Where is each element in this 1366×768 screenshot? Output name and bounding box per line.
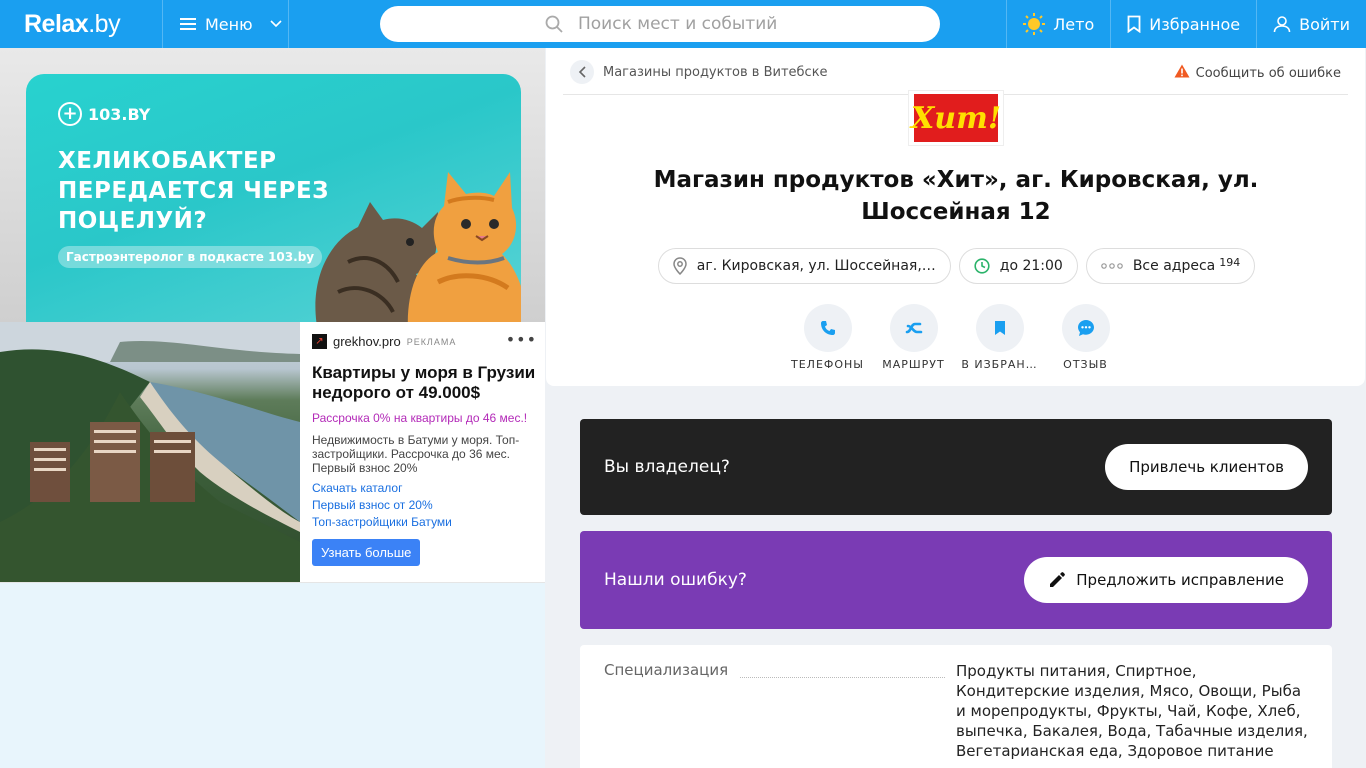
hamburger-icon <box>180 18 196 30</box>
route-icon <box>889 304 938 352</box>
sun-icon <box>1023 13 1046 35</box>
route-button[interactable]: МАРШРУТ <box>882 304 944 371</box>
route-label: МАРШРУТ <box>882 358 945 371</box>
favorites-label: Избранное <box>1149 14 1241 34</box>
search-icon <box>545 15 563 33</box>
logo-suffix: .by <box>88 9 121 38</box>
menu-button[interactable]: Меню <box>162 0 289 48</box>
add-favorite-label: В ИЗБРАН… <box>961 358 1038 371</box>
top-bar: Relax.by Меню Лето Избранное Войти <box>0 0 1366 48</box>
ad-link-downpayment[interactable]: Первый взнос от 20% <box>312 498 537 512</box>
hours-text: до 21:00 <box>999 258 1063 274</box>
ad-banner-card: + 103.BY ХЕЛИКОБАКТЕР ПЕРЕДАЕТСЯ ЧЕРЕЗ П… <box>26 74 521 322</box>
specialization-label: Специализация <box>604 661 729 679</box>
action-buttons: ТЕЛЕФОНЫ МАРШРУТ В ИЗБРАН… ОТЗЫВ <box>546 304 1366 371</box>
phones-label: ТЕЛЕФОНЫ <box>791 358 864 371</box>
ad-banner-103by[interactable]: + 103.BY ХЕЛИКОБАКТЕР ПЕРЕДАЕТСЯ ЧЕРЕЗ П… <box>0 48 545 322</box>
phone-icon <box>803 304 852 352</box>
info-chips: аг. Кировская, ул. Шоссейная,… до 21:00 … <box>546 248 1366 284</box>
breadcrumb-label[interactable]: Магазины продуктов в Витебске <box>603 65 828 80</box>
place-content: Магазины продуктов в Витебске Сообщить о… <box>545 48 1366 768</box>
season-button[interactable]: Лето <box>1006 0 1110 48</box>
ad-brand: + 103.BY <box>58 102 150 126</box>
dots-icon <box>1101 262 1123 270</box>
ad-source[interactable]: ↗ grekhov.pro РЕКЛАМА <box>312 334 537 349</box>
cats-illustration <box>315 172 521 322</box>
login-label: Войти <box>1299 14 1350 34</box>
store-logo-mark: Хит! <box>911 94 1001 142</box>
pencil-icon <box>1048 571 1066 589</box>
ad-georgia-apartments[interactable]: ••• ↗ grekhov.pro РЕКЛАМА Квартиры у мор… <box>0 322 545 583</box>
search-input[interactable] <box>578 14 938 34</box>
ad-title[interactable]: Квартиры у моря в Грузии недорого от 49.… <box>312 363 537 403</box>
fix-question: Нашли ошибку? <box>604 570 747 590</box>
back-arrow-icon[interactable] <box>570 60 594 84</box>
login-button[interactable]: Войти <box>1256 0 1366 48</box>
addresses-count: 194 <box>1219 255 1241 269</box>
chat-bubble-icon <box>1061 304 1110 352</box>
all-addresses-text: Все адреса <box>1132 258 1216 274</box>
ad-promo: Рассрочка 0% на квартиры до 46 мес.! <box>312 411 528 425</box>
ad-favicon-icon: ↗ <box>312 334 327 349</box>
menu-label: Меню <box>205 14 253 34</box>
hours-chip[interactable]: до 21:00 <box>958 248 1078 284</box>
ad-source-text: grekhov.pro <box>333 334 401 349</box>
ad-learn-more-button[interactable]: Узнать больше <box>312 539 421 566</box>
breadcrumb[interactable]: Магазины продуктов в Витебске <box>570 60 828 84</box>
review-button[interactable]: ОТЗЫВ <box>1061 304 1110 371</box>
ad-pill: Гастроэнтеролог в подкасте 103.by <box>58 246 323 268</box>
attract-clients-button[interactable]: Привлечь клиентов <box>1105 444 1308 490</box>
ad-brand-text: 103.BY <box>88 104 151 124</box>
logo-text: Relax <box>24 9 89 38</box>
report-error-link[interactable]: Сообщить об ошибке <box>1174 64 1341 82</box>
address-text: аг. Кировская, ул. Шоссейная,… <box>696 258 936 274</box>
location-pin-icon <box>673 257 687 275</box>
user-icon <box>1273 15 1291 33</box>
site-logo[interactable]: Relax .by <box>0 0 160 48</box>
review-label: ОТЗЫВ <box>1063 358 1108 371</box>
specialization-section: Специализация Продукты питания, Спиртное… <box>580 645 1332 768</box>
ad-coast-image <box>0 322 300 582</box>
search-box[interactable] <box>380 6 940 42</box>
suggest-fix-banner: Нашли ошибку? Предложить исправление <box>580 531 1332 629</box>
add-favorite-button[interactable]: В ИЗБРАН… <box>961 304 1037 371</box>
owner-banner: Вы владелец? Привлечь клиентов <box>580 419 1332 515</box>
left-ad-column: + 103.BY ХЕЛИКОБАКТЕР ПЕРЕДАЕТСЯ ЧЕРЕЗ П… <box>0 48 545 768</box>
season-label: Лето <box>1053 14 1095 34</box>
phones-button[interactable]: ТЕЛЕФОНЫ <box>791 304 863 371</box>
ad-link-developers[interactable]: Топ-застройщики Батуми <box>312 515 537 529</box>
place-card: Магазины продуктов в Витебске Сообщить о… <box>546 48 1365 386</box>
store-logo: Хит! <box>908 90 1004 146</box>
chevron-down-icon <box>270 17 282 31</box>
warning-icon <box>1174 64 1190 82</box>
suggest-fix-label: Предложить исправление <box>1076 571 1284 589</box>
page-title: Магазин продуктов «Хит», аг. Кировская, … <box>653 167 1259 225</box>
ad-link-catalog[interactable]: Скачать каталог <box>312 481 537 495</box>
report-error-label: Сообщить об ошибке <box>1195 65 1341 81</box>
all-addresses-chip[interactable]: Все адреса 194 <box>1085 248 1256 284</box>
favorites-button[interactable]: Избранное <box>1110 0 1256 48</box>
bookmark-filled-icon <box>975 304 1024 352</box>
leader-dots <box>740 677 945 678</box>
suggest-fix-button[interactable]: Предложить исправление <box>1024 557 1308 603</box>
bookmark-icon <box>1127 15 1141 33</box>
clock-icon <box>974 258 990 274</box>
ad-tag: РЕКЛАМА <box>406 336 457 347</box>
specialization-value: Продукты питания, Спиртное, Кондитерские… <box>956 662 1308 760</box>
ad-description: Недвижимость в Батуми у моря. Топ-застро… <box>312 433 520 475</box>
owner-question: Вы владелец? <box>604 457 730 477</box>
address-chip[interactable]: аг. Кировская, ул. Шоссейная,… <box>657 248 951 284</box>
plus-icon: + <box>58 102 82 126</box>
